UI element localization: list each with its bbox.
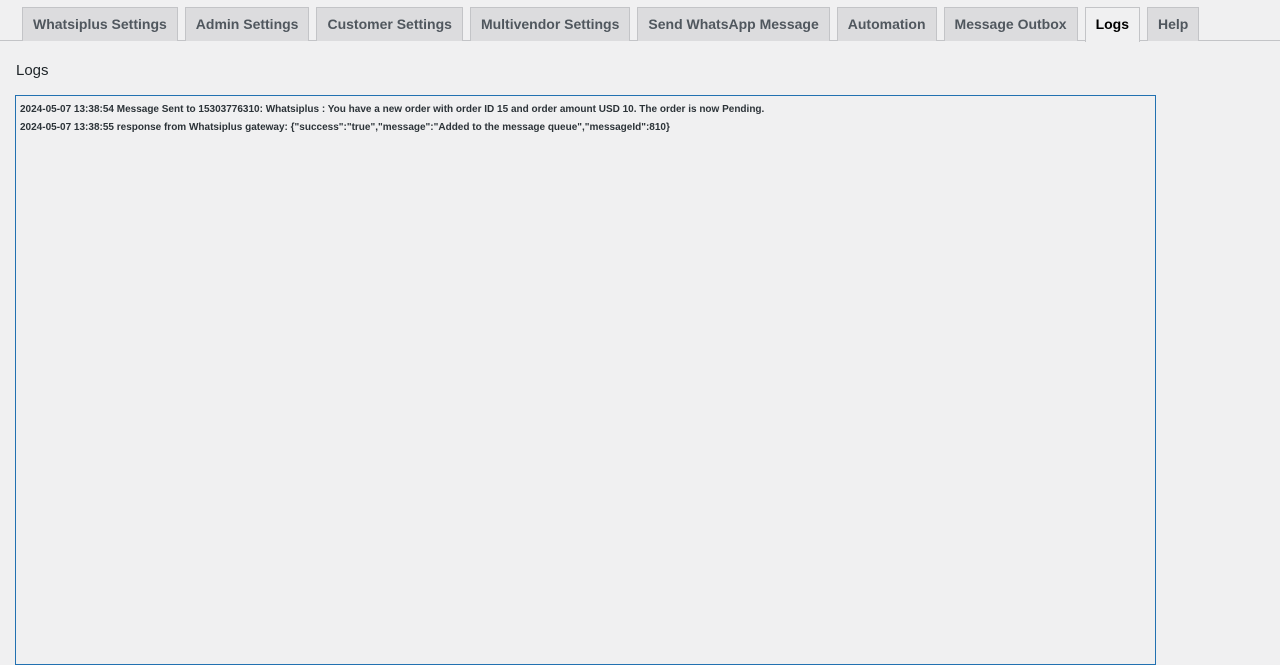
log-line: 2024-05-07 13:38:54 Message Sent to 1530… [20, 104, 765, 115]
tab-automation[interactable]: Automation [836, 7, 937, 41]
tab-send-whatsapp-message[interactable]: Send WhatsApp Message [637, 7, 830, 41]
nav-tab-bar: Whatsiplus Settings Admin Settings Custo… [0, 0, 1280, 42]
tab-whatsiplus-settings[interactable]: Whatsiplus Settings [22, 7, 178, 41]
log-textarea[interactable]: 2024-05-07 13:38:54 Message Sent to 1530… [15, 95, 1156, 665]
tab-help[interactable]: Help [1147, 7, 1200, 41]
tab-multivendor-settings[interactable]: Multivendor Settings [469, 7, 631, 41]
nav-tabs: Whatsiplus Settings Admin Settings Custo… [22, 7, 1200, 42]
tab-message-outbox[interactable]: Message Outbox [943, 7, 1078, 41]
page-title: Logs [16, 62, 49, 79]
tab-customer-settings[interactable]: Customer Settings [316, 7, 463, 41]
tab-logs[interactable]: Logs [1084, 7, 1141, 42]
tab-admin-settings[interactable]: Admin Settings [184, 7, 310, 41]
log-line: 2024-05-07 13:38:55 response from Whatsi… [20, 122, 670, 133]
